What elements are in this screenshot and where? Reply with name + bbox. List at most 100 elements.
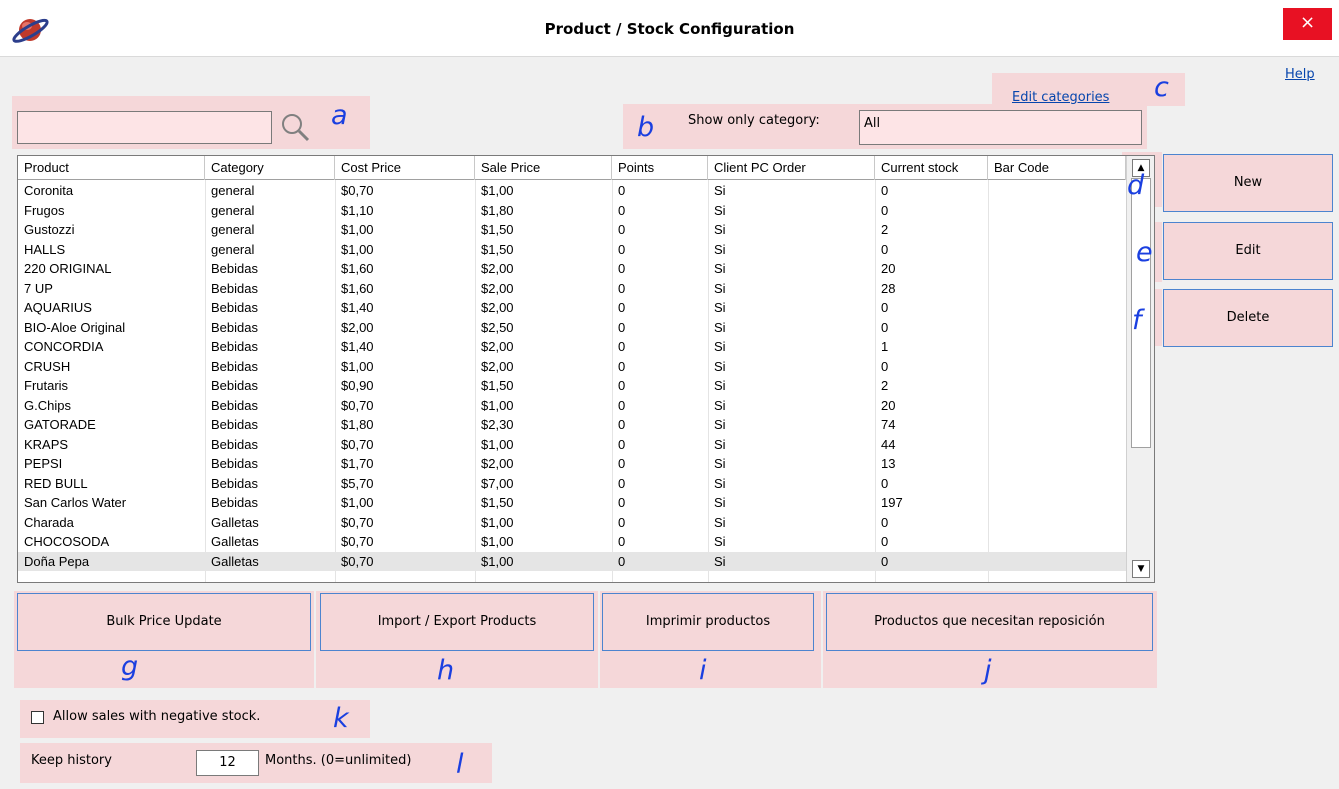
allow-negative-stock-checkbox[interactable] <box>31 711 44 724</box>
delete-button[interactable]: Delete <box>1163 289 1333 347</box>
table-row[interactable]: HALLS general $1,00 $1,50 0 Si 0 <box>18 240 1126 260</box>
table-row[interactable]: Doña Pepa Galletas $0,70 $1,00 0 Si 0 <box>18 551 1126 571</box>
scroll-down-arrow-icon[interactable]: ▼ <box>1132 560 1150 578</box>
cell-current-stock: 1 <box>881 339 889 354</box>
category-filter-select[interactable]: All <box>859 110 1142 145</box>
cell-points: 0 <box>618 339 626 354</box>
table-row[interactable]: CRUSH Bebidas $1,00 $2,00 0 Si 0 <box>18 357 1126 377</box>
print-products-button[interactable]: Imprimir productos <box>602 593 814 651</box>
annotation-letter-j: j <box>984 655 992 686</box>
edit-categories-link[interactable]: Edit categories <box>1012 90 1109 105</box>
table-row[interactable]: Frugos general $1,10 $1,80 0 Si 0 <box>18 201 1126 221</box>
cell-client-pc-order: Si <box>714 358 726 374</box>
cell-product: Frugos <box>24 202 65 218</box>
cell-current-stock: 28 <box>881 280 896 296</box>
cell-current-stock: 13 <box>881 456 896 471</box>
cell-points: 0 <box>618 378 626 393</box>
table-row[interactable]: BIO-Aloe Original Bebidas $2,00 $2,50 0 Si 0 <box>18 318 1126 338</box>
cell-points: 0 <box>618 183 626 198</box>
cell-category: Bebidas <box>211 358 258 374</box>
cell-points: 0 <box>618 436 626 452</box>
column-header-category[interactable]: Category <box>205 156 335 180</box>
keep-history-label: Keep history <box>31 753 112 768</box>
cell-cost-price: $1,00 <box>341 495 374 510</box>
table-row[interactable]: RED BULL Bebidas $5,70 $7,00 0 Si 0 <box>18 474 1126 494</box>
cell-cost-price: $0,70 <box>341 553 374 569</box>
cell-sale-price: $1,00 <box>481 514 514 530</box>
cell-cost-price: $1,60 <box>341 280 374 296</box>
cell-category: Bebidas <box>211 456 258 471</box>
help-link[interactable]: Help <box>1285 67 1315 82</box>
cell-sale-price: $2,30 <box>481 417 514 432</box>
cell-cost-price: $1,40 <box>341 339 374 354</box>
column-header-cost-price[interactable]: Cost Price <box>335 156 475 180</box>
column-header-bar-code[interactable]: Bar Code <box>988 156 1126 180</box>
table-row[interactable]: CHOCOSODA Galletas $0,70 $1,00 0 Si 0 <box>18 532 1126 552</box>
cell-current-stock: 0 <box>881 241 889 257</box>
table-row[interactable]: CONCORDIA Bebidas $1,40 $2,00 0 Si 1 <box>18 337 1126 357</box>
table-row[interactable]: San Carlos Water Bebidas $1,00 $1,50 0 Si 197 <box>18 493 1126 513</box>
column-header-current-stock[interactable]: Current stock <box>875 156 988 180</box>
table-row[interactable]: Charada Galletas $0,70 $1,00 0 Si 0 <box>18 513 1126 533</box>
close-button[interactable]: × <box>1283 8 1332 40</box>
cell-sale-price: $2,00 <box>481 261 514 276</box>
table-row[interactable]: Gustozzi general $1,00 $1,50 0 Si 2 <box>18 220 1126 240</box>
edit-button[interactable]: Edit <box>1163 222 1333 280</box>
vertical-scrollbar[interactable]: ▲ ▼ <box>1126 156 1154 582</box>
table-row[interactable]: KRAPS Bebidas $0,70 $1,00 0 Si 44 <box>18 435 1126 455</box>
cell-product: RED BULL <box>24 475 88 491</box>
cell-points: 0 <box>618 456 626 471</box>
cell-category: Bebidas <box>211 475 258 491</box>
cell-product: Frutaris <box>24 378 69 393</box>
cell-points: 0 <box>618 222 626 237</box>
table-row[interactable]: AQUARIUS Bebidas $1,40 $2,00 0 Si 0 <box>18 298 1126 318</box>
table-row[interactable]: Frutaris Bebidas $0,90 $1,50 0 Si 2 <box>18 376 1126 396</box>
cell-current-stock: 2 <box>881 222 889 237</box>
cell-category: Bebidas <box>211 378 258 393</box>
cell-points: 0 <box>618 202 626 218</box>
cell-current-stock: 0 <box>881 475 889 491</box>
table-row[interactable]: 7 UP Bebidas $1,60 $2,00 0 Si 28 <box>18 279 1126 299</box>
table-row[interactable]: 220 ORIGINAL Bebidas $1,60 $2,00 0 Si 20 <box>18 259 1126 279</box>
cell-product: PEPSI <box>24 456 63 471</box>
cell-cost-price: $0,70 <box>341 397 374 413</box>
bulk-price-update-button[interactable]: Bulk Price Update <box>17 593 311 651</box>
cell-client-pc-order: Si <box>714 436 726 452</box>
cell-points: 0 <box>618 553 626 569</box>
cell-client-pc-order: Si <box>714 202 726 218</box>
cell-category: Bebidas <box>211 300 258 315</box>
history-months-input[interactable]: 12 <box>196 750 259 776</box>
cell-current-stock: 0 <box>881 183 889 198</box>
cell-sale-price: $1,50 <box>481 222 514 237</box>
cell-current-stock: 2 <box>881 378 889 393</box>
cell-sale-price: $1,50 <box>481 378 514 393</box>
cell-product: G.Chips <box>24 397 71 413</box>
table-row[interactable]: G.Chips Bebidas $0,70 $1,00 0 Si 20 <box>18 396 1126 416</box>
column-header-sale-price[interactable]: Sale Price <box>475 156 612 180</box>
column-header-client-pc-order[interactable]: Client PC Order <box>708 156 875 180</box>
table-row[interactable]: PEPSI Bebidas $1,70 $2,00 0 Si 13 <box>18 454 1126 474</box>
cell-client-pc-order: Si <box>714 222 726 237</box>
import-export-products-button[interactable]: Import / Export Products <box>320 593 594 651</box>
cell-product: BIO-Aloe Original <box>24 319 126 335</box>
table-row[interactable]: GATORADE Bebidas $1,80 $2,30 0 Si 74 <box>18 415 1126 435</box>
title-bar: Product / Stock Configuration × <box>0 0 1339 57</box>
cell-sale-price: $2,50 <box>481 319 514 335</box>
table-row[interactable]: Coronita general $0,70 $1,00 0 Si 0 <box>18 181 1126 201</box>
products-table[interactable]: Product Category Cost Price Sale Price P… <box>17 155 1155 583</box>
restock-products-button[interactable]: Productos que necesitan reposición <box>826 593 1153 651</box>
search-input[interactable] <box>17 111 272 144</box>
new-button[interactable]: New <box>1163 154 1333 212</box>
cell-cost-price: $0,70 <box>341 514 374 530</box>
cell-sale-price: $1,00 <box>481 534 514 549</box>
column-header-product[interactable]: Product <box>18 156 205 180</box>
cell-product: CHOCOSODA <box>24 534 110 549</box>
search-icon[interactable] <box>280 112 310 142</box>
column-header-points[interactable]: Points <box>612 156 708 180</box>
cell-category: general <box>211 183 255 198</box>
cell-product: San Carlos Water <box>24 495 127 510</box>
cell-points: 0 <box>618 534 626 549</box>
table-header: Product Category Cost Price Sale Price P… <box>18 156 1126 180</box>
allow-negative-stock-label[interactable]: Allow sales with negative stock. <box>53 709 260 724</box>
cell-cost-price: $1,10 <box>341 202 374 218</box>
